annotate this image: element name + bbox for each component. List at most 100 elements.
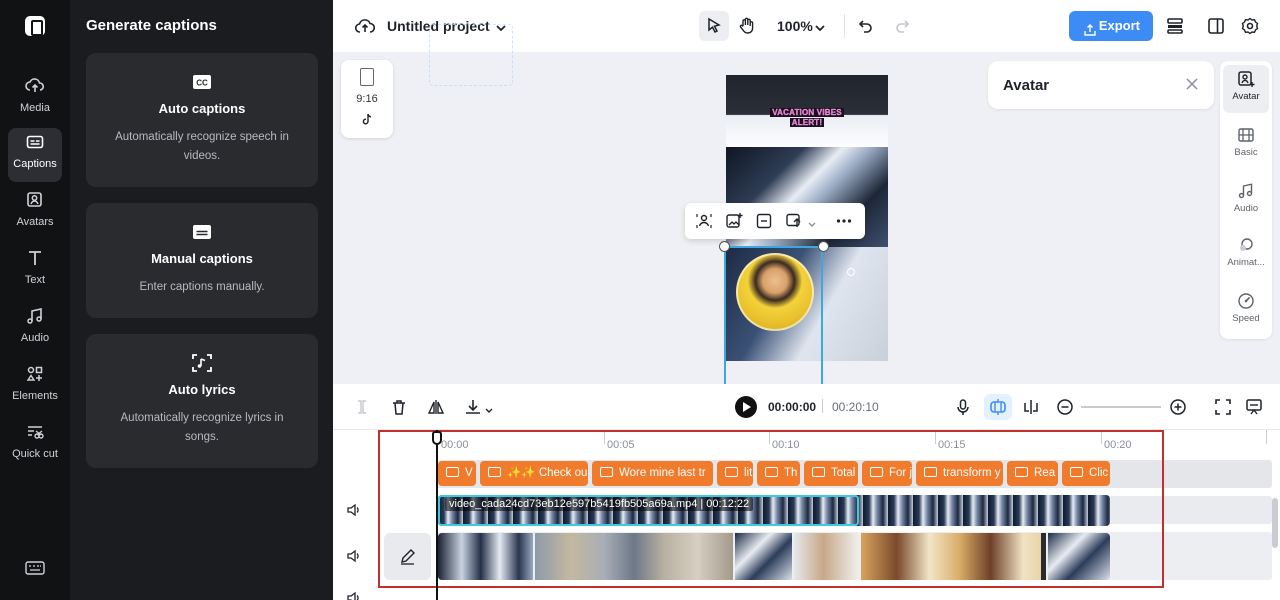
close-icon[interactable] [1184, 76, 1200, 92]
avatar-icon [8, 190, 62, 212]
rail-item-label: Audio [20, 332, 50, 344]
card-title: Auto lyrics [168, 382, 236, 397]
replace-media-icon[interactable] [785, 212, 803, 230]
zoom-slider-track[interactable] [1081, 406, 1161, 408]
aspect-ratio-selector[interactable]: 9:16 [341, 60, 393, 138]
card-title: Auto captions [158, 101, 246, 116]
crop-icon[interactable] [755, 212, 773, 230]
props-item-basic[interactable]: Basic [1223, 121, 1269, 169]
highlight-frame [378, 430, 1164, 588]
upload-icon [1083, 18, 1097, 48]
rail-item-captions[interactable]: Captions [8, 128, 62, 182]
settings-gear-icon[interactable] [1241, 17, 1259, 40]
split-view-timeline-icon[interactable] [1022, 398, 1040, 416]
timecode-divider [822, 399, 823, 413]
fullscreen-icon[interactable] [1214, 398, 1232, 416]
track-volume-icon[interactable] [346, 502, 362, 518]
card-description: Automatically recognize lyrics in songs. [120, 412, 284, 443]
music-note-icon [1238, 183, 1253, 199]
zoom-level[interactable]: 100% [777, 18, 813, 34]
track-volume-icon[interactable] [346, 590, 362, 600]
auto-lyrics-card[interactable]: Auto lyrics Automatically recognize lyri… [86, 334, 318, 468]
avatar-selection-box[interactable] [724, 246, 823, 384]
ruler-tick [1266, 430, 1267, 444]
props-item-animation[interactable]: Animat... [1223, 231, 1269, 279]
zoom-in-icon[interactable] [1169, 398, 1187, 416]
card-description: Enter captions manually. [139, 281, 265, 293]
export-button[interactable]: Export [1069, 11, 1153, 41]
panel-title: Generate captions [86, 17, 217, 34]
cursor-icon [708, 17, 721, 34]
props-item-speed[interactable]: Speed [1223, 287, 1269, 335]
rail-item-label: Text [24, 274, 46, 286]
captions-panel: Generate captions CC Auto captions Autom… [70, 0, 333, 600]
avatar-panel-title: Avatar [1003, 77, 1050, 94]
rail-item-label: Avatars [16, 216, 54, 228]
more-options-icon[interactable] [835, 212, 853, 230]
timeline-scrollbar[interactable] [1272, 498, 1278, 548]
ghost-drop-area [429, 24, 513, 86]
rail-item-quick-cut[interactable]: Quick cut [8, 418, 62, 480]
resize-handle[interactable] [719, 241, 730, 252]
elements-icon [8, 364, 62, 386]
image-add-icon[interactable] [725, 212, 743, 230]
cloud-upload-icon [8, 76, 62, 98]
total-duration: 00:20:10 [832, 400, 879, 414]
playhead-handle[interactable] [432, 431, 442, 445]
cloud-sync-icon[interactable] [354, 17, 376, 40]
chevron-down-icon[interactable] [814, 20, 826, 38]
props-item-avatar[interactable]: Avatar [1223, 65, 1269, 113]
auto-captions-card[interactable]: CC Auto captions Automatically recognize… [86, 53, 318, 187]
rail-item-avatars[interactable]: Avatars [8, 186, 62, 240]
select-tool-button[interactable] [699, 11, 729, 41]
rail-item-elements[interactable]: Elements [8, 360, 62, 414]
split-view-icon[interactable] [1207, 17, 1225, 40]
quick-cut-icon [8, 422, 62, 444]
download-icon[interactable] [464, 398, 482, 416]
flip-icon[interactable] [427, 398, 445, 416]
undo-icon[interactable] [857, 17, 875, 40]
chevron-down-icon[interactable] [807, 216, 817, 227]
split-clip-icon[interactable] [353, 398, 371, 416]
divider [844, 14, 845, 38]
rail-item-label: Quick cut [12, 448, 58, 460]
caption-preview-icon[interactable] [1245, 398, 1263, 416]
keyboard-icon[interactable] [25, 560, 45, 576]
avatar-swap-icon[interactable] [695, 212, 713, 230]
props-item-label: Audio [1233, 203, 1259, 214]
cc-icon: CC [191, 71, 213, 93]
resize-handle[interactable] [818, 241, 829, 252]
props-item-label: Animat... [1227, 257, 1265, 268]
rail-item-media[interactable]: Media [8, 72, 62, 126]
delete-trash-icon[interactable] [390, 398, 408, 416]
play-button[interactable] [735, 396, 757, 418]
hand-tool-icon[interactable] [737, 16, 757, 41]
playhead[interactable] [436, 430, 438, 600]
tiktok-icon [341, 113, 393, 127]
app-logo-icon[interactable] [25, 16, 45, 36]
timeline[interactable]: 00:00 00:05 00:10 00:15 00:20 V ✨✨ Check… [333, 430, 1280, 600]
chevron-down-icon[interactable] [484, 402, 494, 413]
magnet-icon [990, 399, 1006, 415]
track-volume-icon[interactable] [346, 548, 362, 564]
manual-captions-card[interactable]: Manual captions Enter captions manually. [86, 203, 318, 318]
phone-frame-icon [360, 68, 374, 86]
layers-icon[interactable] [1166, 17, 1184, 40]
preview-canvas[interactable]: 9:16 VACATION VIBES ALERT! Avatar Avatar… [333, 24, 1280, 384]
props-item-audio[interactable]: Audio [1223, 177, 1269, 225]
card-description: Automatically recognize speech in videos… [115, 131, 289, 162]
microphone-icon[interactable] [954, 398, 972, 416]
rail-item-label: Captions [13, 158, 57, 170]
magnet-snap-button[interactable] [984, 394, 1012, 420]
export-label: Export [1098, 18, 1140, 33]
rail-item-audio[interactable]: Audio [8, 302, 62, 356]
music-note-icon [8, 306, 62, 328]
rotate-handle[interactable] [847, 268, 855, 276]
zoom-out-icon[interactable] [1056, 398, 1074, 416]
text-icon [8, 248, 62, 270]
redo-icon[interactable] [893, 17, 911, 40]
rail-item-text[interactable]: Text [8, 244, 62, 298]
card-title: Manual captions [151, 251, 253, 266]
basic-film-icon [1238, 128, 1254, 142]
element-context-toolbar [685, 203, 865, 239]
